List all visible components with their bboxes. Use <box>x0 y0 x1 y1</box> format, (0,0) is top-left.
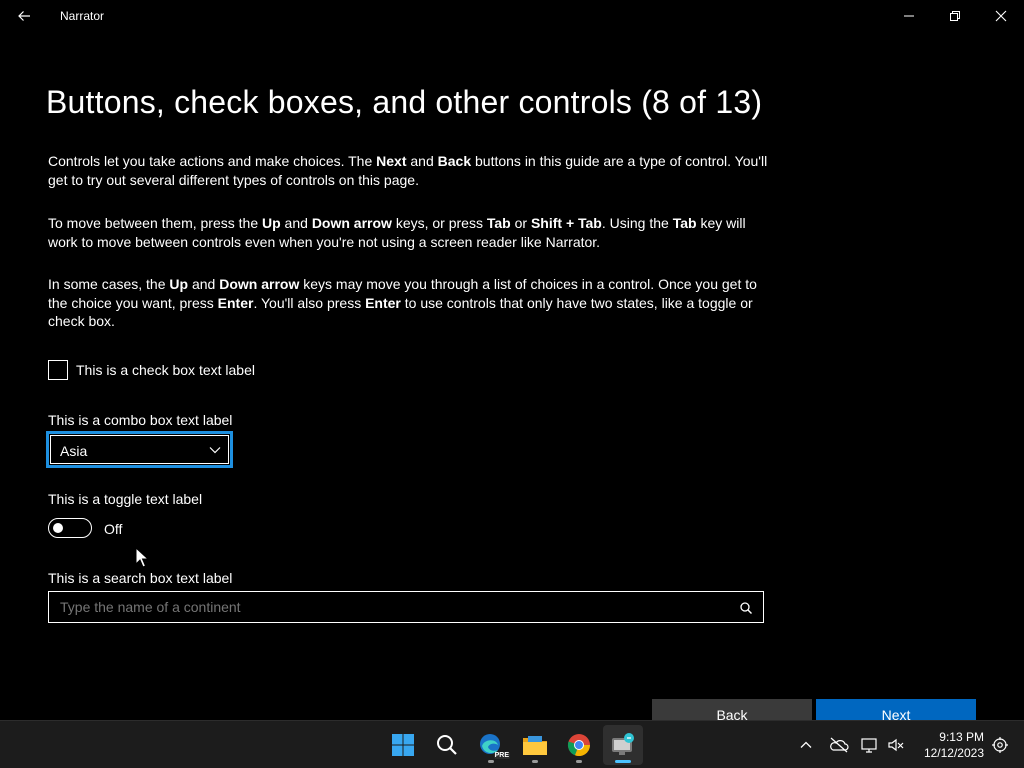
chrome-button[interactable] <box>559 725 599 765</box>
bold-keyword: Back <box>437 153 472 169</box>
start-icon <box>392 734 414 756</box>
file-explorer-button[interactable] <box>515 725 555 765</box>
back-arrow-button[interactable] <box>8 4 40 28</box>
toggle-state-text: Off <box>104 521 123 537</box>
running-indicator <box>615 760 631 763</box>
show-hidden-icons-button[interactable] <box>794 733 818 757</box>
bold-keyword: Down arrow <box>219 276 300 292</box>
bold-keyword: Next <box>376 153 407 169</box>
paragraph-text: and <box>406 153 438 169</box>
checkbox-control[interactable]: This is a check box text label <box>48 360 255 380</box>
minimize-button[interactable] <box>886 0 932 32</box>
volume-tray-button[interactable] <box>884 733 908 757</box>
paragraph-text: and <box>188 276 220 292</box>
checkbox-label: This is a check box text label <box>76 362 255 378</box>
toggle-label: This is a toggle text label <box>48 491 203 507</box>
file-explorer-icon <box>523 736 547 755</box>
bold-keyword: Shift + Tab <box>530 215 602 231</box>
paragraph-text: In some cases, the <box>48 276 170 292</box>
clock-time: 9:13 PM <box>939 730 984 744</box>
minimize-icon <box>904 15 914 17</box>
close-icon <box>995 10 1007 22</box>
bold-keyword: Up <box>169 276 189 292</box>
checkbox[interactable] <box>48 360 68 380</box>
paragraph-text: . You'll also press <box>253 294 366 311</box>
back-arrow-icon <box>18 11 30 21</box>
onedrive-tray-button[interactable] <box>827 733 851 757</box>
onedrive-offline-icon <box>830 737 849 753</box>
bold-keyword: Down arrow <box>311 215 392 231</box>
title-bar: Narrator <box>0 0 1024 32</box>
page-title: Buttons, check boxes, and other controls… <box>46 84 763 120</box>
paragraph-text: . Using the <box>601 215 673 231</box>
bold-keyword: Enter <box>217 294 254 311</box>
search-box-label: This is a search box text label <box>48 570 233 586</box>
notification-center-button[interactable] <box>988 733 1012 757</box>
narrator-app-button[interactable] <box>603 725 643 765</box>
window-title: Narrator <box>60 9 105 23</box>
notification-settings-icon <box>992 737 1008 753</box>
narrator-icon <box>612 733 634 755</box>
intro-paragraph: Controls let you take actions and make c… <box>48 152 770 189</box>
bold-keyword: Enter <box>365 294 401 311</box>
navigation-paragraph: To move between them, press the Up and D… <box>48 214 770 251</box>
close-button[interactable] <box>978 0 1024 32</box>
toggle-knob <box>53 523 63 533</box>
volume-muted-icon <box>888 738 904 752</box>
system-clock[interactable]: 9:13 PM 12/12/2023 <box>914 729 984 761</box>
continent-combo-box[interactable]: Asia <box>46 431 233 468</box>
toggle-switch[interactable] <box>48 518 92 538</box>
running-indicator <box>488 760 494 763</box>
chevron-up-icon <box>800 741 812 748</box>
bold-keyword: Up <box>262 215 281 231</box>
edge-beta-button[interactable]: PRE <box>471 725 511 765</box>
combo-box-value: Asia <box>60 443 88 459</box>
combo-box-label: This is a combo box text label <box>48 412 233 428</box>
taskbar: PRE 9:13 PM 12/12/2023 <box>0 720 1024 768</box>
taskbar-search-button[interactable] <box>427 725 467 765</box>
search-input[interactable] <box>60 599 720 615</box>
paragraph-text: keys, or press <box>391 215 487 231</box>
chevron-down-icon <box>209 447 221 454</box>
arrow-keys-paragraph: In some cases, the Up and Down arrow key… <box>48 275 770 331</box>
paragraph-text: or <box>510 215 531 231</box>
paragraph-text: To move between them, press the <box>48 215 262 231</box>
start-button[interactable] <box>383 725 423 765</box>
search-icon <box>437 735 457 755</box>
mouse-pointer-icon <box>135 547 149 568</box>
bold-keyword: Tab <box>486 215 511 231</box>
restore-icon <box>950 11 960 21</box>
running-indicator <box>576 760 582 763</box>
paragraph-text: and <box>280 215 312 231</box>
restore-button[interactable] <box>932 0 978 32</box>
edge-pre-badge: PRE <box>493 752 510 759</box>
network-tray-button[interactable] <box>858 733 882 757</box>
clock-date: 12/12/2023 <box>923 746 984 760</box>
bold-keyword: Tab <box>672 215 697 231</box>
continent-search-box[interactable] <box>48 591 764 623</box>
chrome-icon <box>567 734 591 757</box>
paragraph-text: Controls let you take actions and make c… <box>48 153 377 169</box>
network-icon <box>861 738 877 753</box>
search-icon[interactable] <box>739 601 753 615</box>
running-indicator <box>532 760 538 763</box>
